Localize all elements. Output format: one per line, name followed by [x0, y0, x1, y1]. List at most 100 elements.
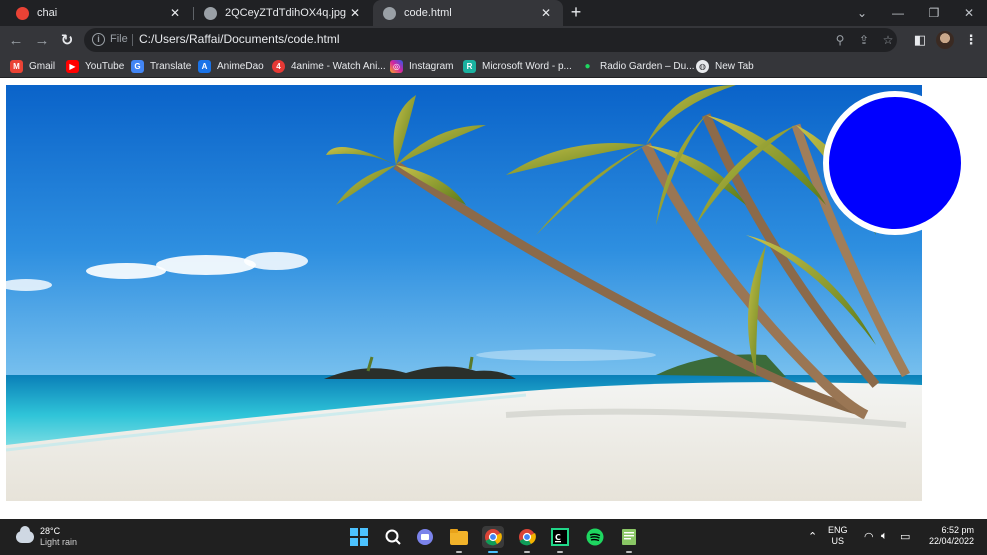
chevron-up-icon[interactable]: ⌃ — [808, 530, 817, 543]
gmail-icon: M — [10, 59, 23, 73]
close-icon[interactable]: ✕ — [168, 6, 182, 20]
start-button[interactable] — [348, 526, 370, 548]
reload-icon[interactable]: ↻ — [57, 30, 77, 50]
web-page — [0, 79, 987, 519]
bookmark-label: Translate — [150, 60, 192, 72]
url-text[interactable]: C:/Users/Raffai/Documents/code.html — [139, 32, 340, 46]
bookmark-youtube[interactable]: ▶ YouTube — [66, 58, 124, 74]
clion-icon: C — [551, 528, 569, 546]
animedao-icon: A — [198, 59, 211, 73]
back-arrow-icon[interactable]: ← — [6, 30, 26, 50]
folder-icon — [450, 529, 468, 545]
bookmark-label: Gmail — [29, 60, 56, 72]
restore-icon[interactable]: ❐ — [916, 0, 952, 26]
tab-code-html[interactable]: code.html ✕ — [373, 0, 563, 26]
bookmark-gmail[interactable]: M Gmail — [10, 58, 55, 74]
new-tab-plus-icon[interactable]: + — [566, 3, 586, 23]
bookmark-label: Instagram — [409, 60, 454, 72]
side-panel-icon[interactable]: ◧ — [910, 30, 930, 50]
running-indicator — [626, 551, 632, 553]
search-button[interactable] — [382, 526, 404, 548]
running-indicator — [557, 551, 563, 553]
chrome-icon — [519, 529, 536, 546]
notepad-button[interactable] — [618, 526, 640, 553]
running-indicator — [488, 551, 498, 553]
bookmark-instagram[interactable]: ◎ Instagram — [390, 58, 453, 74]
windows-logo-icon — [350, 528, 368, 546]
notepad-icon — [622, 529, 636, 545]
spotify-icon — [586, 528, 604, 546]
globe-icon: ◍ — [696, 59, 709, 73]
globe-icon — [204, 6, 217, 20]
tab-image[interactable]: 2QCeyZTdTdihOX4q.jpg (1000×6 ✕ — [194, 0, 372, 26]
chrome-button[interactable] — [482, 526, 504, 553]
bookmark-label: Microsoft Word - p... — [482, 60, 572, 72]
bookmarks-bar: M Gmail ▶ YouTube G Translate A AnimeDao… — [0, 54, 987, 78]
chrome-icon — [485, 529, 502, 546]
tab-chai[interactable]: chai ✕ — [6, 0, 192, 26]
menu-kebab-icon[interactable]: ⋮ — [961, 30, 981, 50]
bookmark-label: AnimeDao — [217, 60, 264, 72]
wifi-icon[interactable]: ◠ — [864, 530, 874, 543]
beach-image — [6, 85, 922, 501]
bookmark-translate[interactable]: G Translate — [131, 58, 191, 74]
bookmark-new-tab[interactable]: ◍ New Tab — [696, 58, 754, 74]
bookmark-4anime[interactable]: 4 4anime - Watch Ani... — [272, 58, 386, 74]
zoom-icon[interactable]: ⚲ — [832, 32, 848, 48]
close-icon[interactable]: ✕ — [539, 6, 553, 20]
tab-title: code.html — [404, 7, 452, 19]
word-icon: R — [463, 59, 476, 73]
clock-time: 6:52 pm — [941, 525, 974, 535]
clion-button[interactable]: C — [549, 526, 571, 553]
youtube-icon: ▶ — [66, 59, 79, 73]
chrome-profile-button[interactable] — [516, 526, 538, 553]
instagram-icon: ◎ — [390, 59, 403, 73]
close-icon[interactable]: ✕ — [348, 6, 362, 20]
tab-title: 2QCeyZTdTdihOX4q.jpg (1000×6 — [225, 7, 348, 19]
search-icon — [385, 529, 401, 545]
bookmark-word[interactable]: R Microsoft Word - p... — [463, 58, 572, 74]
windows-taskbar: 28°C Light rain C ⌃ ENG US ◠ 🔈︎ ▭ 6:52 p… — [0, 519, 987, 555]
url-scheme: File — [110, 33, 128, 45]
address-bar[interactable]: i File C:/Users/Raffai/Documents/code.ht… — [84, 28, 897, 52]
blue-circle — [823, 91, 967, 235]
weather-description: Light rain — [40, 537, 78, 547]
cloud-rain-icon — [16, 526, 34, 543]
teams-chat-button[interactable] — [414, 526, 436, 548]
share-icon[interactable]: ⇪ — [856, 32, 872, 48]
bookmark-label: 4anime - Watch Ani... — [291, 60, 386, 72]
bookmark-label: New Tab — [715, 60, 754, 72]
tab-search-chevron-icon[interactable]: ⌄ — [844, 0, 880, 26]
weather-temperature: 28°C — [40, 526, 61, 536]
globe-icon — [383, 6, 396, 20]
window-close-icon[interactable]: ✕ — [951, 0, 987, 26]
bookmark-animedao[interactable]: A AnimeDao — [198, 58, 264, 74]
chat-icon — [417, 529, 433, 545]
minimize-icon[interactable]: — — [880, 0, 916, 26]
url-divider — [132, 34, 133, 46]
beach-illustration — [6, 85, 922, 501]
bookmark-star-icon[interactable]: ☆ — [880, 32, 896, 48]
info-icon[interactable]: i — [92, 33, 105, 46]
4anime-icon: 4 — [272, 59, 285, 73]
weather-widget[interactable]: 28°C Light rain — [16, 526, 77, 548]
volume-icon[interactable]: 🔈︎ — [881, 530, 888, 543]
tab-title: chai — [37, 7, 58, 19]
bookmark-label: Radio Garden – Du... — [600, 60, 695, 72]
clock[interactable]: 6:52 pm 22/04/2022 — [922, 525, 974, 547]
bookmark-radio-garden[interactable]: ● Radio Garden – Du... — [581, 58, 695, 74]
battery-icon[interactable]: ▭ — [900, 530, 910, 543]
chai-favicon-icon — [16, 6, 29, 20]
radio-garden-icon: ● — [584, 60, 591, 72]
language-region: US — [831, 536, 845, 546]
translate-icon: G — [131, 59, 144, 73]
profile-avatar[interactable] — [936, 31, 954, 49]
bookmark-label: YouTube — [85, 60, 125, 72]
clock-date: 22/04/2022 — [928, 536, 974, 546]
forward-arrow-icon[interactable]: → — [32, 30, 52, 50]
language-indicator[interactable]: ENG US — [828, 525, 848, 547]
running-indicator — [456, 551, 462, 553]
tab-strip: chai ✕ 2QCeyZTdTdihOX4q.jpg (1000×6 ✕ co… — [0, 0, 987, 26]
file-explorer-button[interactable] — [448, 526, 470, 553]
spotify-button[interactable] — [584, 526, 606, 548]
